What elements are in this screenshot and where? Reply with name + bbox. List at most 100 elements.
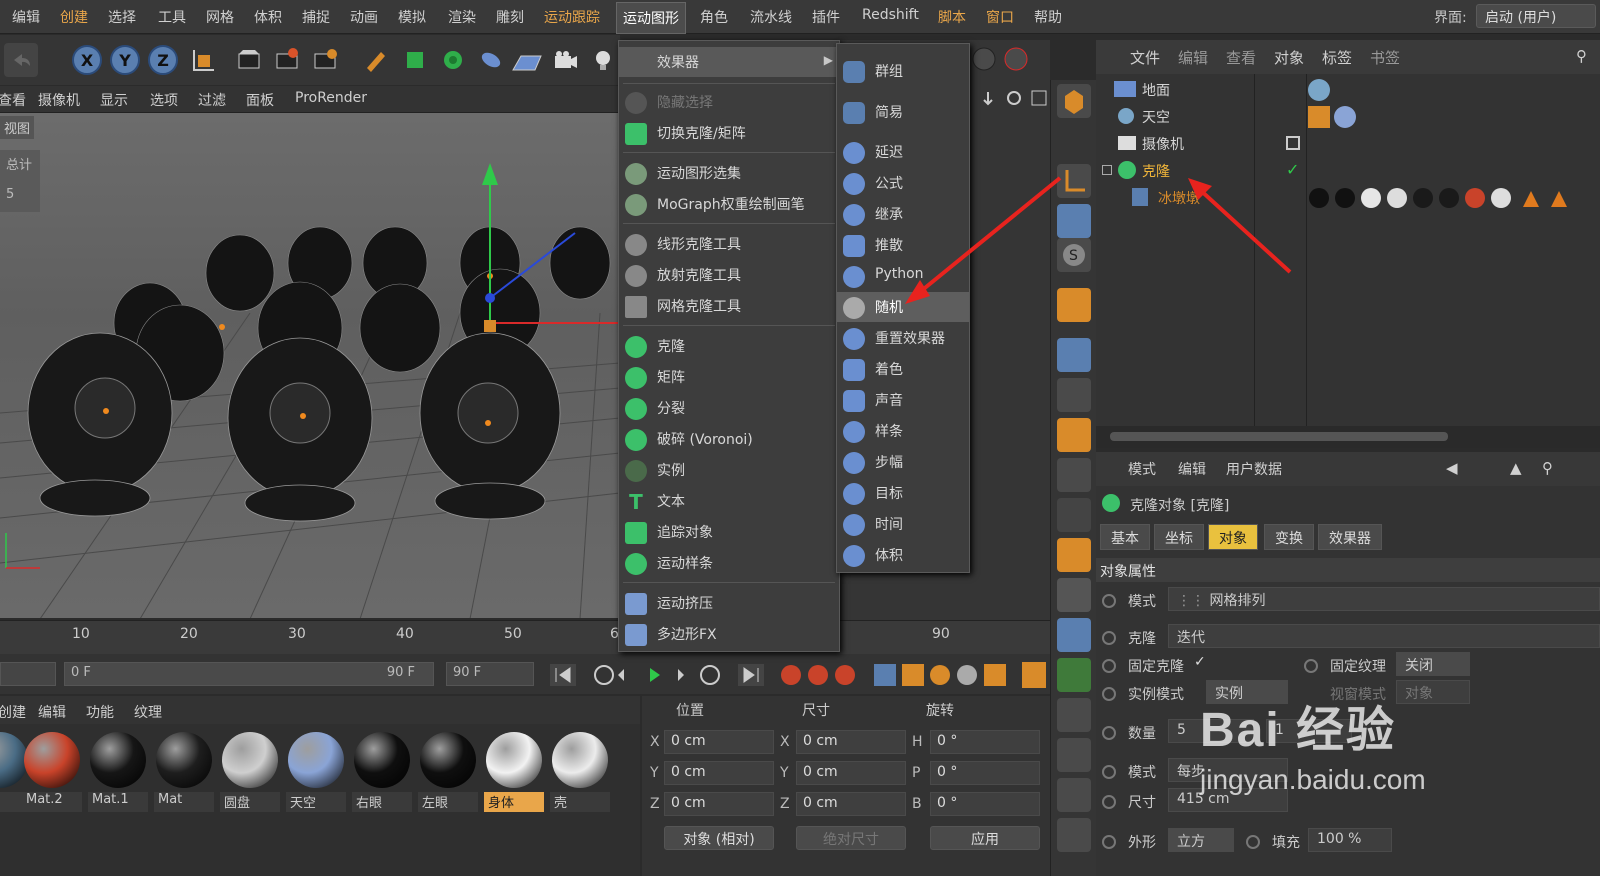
menu-select[interactable]: 选择 [108,7,136,27]
effector-target[interactable]: 目标 [837,478,969,508]
menu-item-linear-clone-tool[interactable]: 线形克隆工具 [619,229,839,259]
object-row-cloner[interactable]: 克隆 ✓ [1096,157,1600,184]
menu-item-mograph-weight-brush[interactable]: MoGraph权重绘制画笔 [619,189,839,219]
fixed-clone-checkbox[interactable]: ✓ [1194,654,1206,670]
material-menu-edit[interactable]: 编辑 [38,702,66,722]
position-x-field[interactable]: 0 cm [664,730,774,754]
obj-menu-view[interactable]: 查看 [1226,47,1256,68]
menu-mesh[interactable]: 网格 [206,7,234,27]
top-right-tool-icons[interactable] [970,44,1050,74]
obj-menu-tags[interactable]: 标签 [1322,47,1352,68]
material-swatch[interactable]: Mat [154,732,214,812]
enabled-check-icon[interactable]: ✓ [1286,160,1299,179]
workplane-lock-icon[interactable] [1057,378,1091,412]
viewport-menu-panel[interactable]: 面板 [246,90,274,110]
animate-toggle[interactable] [1102,835,1116,849]
obj-menu-object[interactable]: 对象 [1274,47,1304,68]
x-axis-lock-button[interactable]: X [72,45,102,75]
clone-select[interactable]: 迭代 [1168,624,1600,648]
material-swatch-selected[interactable]: 身体 [484,732,544,812]
preview-start-field[interactable] [0,662,56,686]
object-row-camera[interactable]: 摄像机 [1096,130,1600,157]
menu-item-cloner[interactable]: 克隆 [619,331,839,361]
attr-menu-mode[interactable]: 模式 [1128,459,1156,479]
menu-item-radial-clone-tool[interactable]: 放射克隆工具 [619,260,839,290]
preview-range-slider[interactable]: 0 F 90 F [64,662,434,686]
download-icon[interactable] [1057,458,1091,492]
menu-item-motion-spline[interactable]: 运动样条 [619,548,839,578]
menu-item-tracer[interactable]: 追踪对象 [619,517,839,547]
deformer-icon[interactable] [474,43,508,77]
material-tag-icon[interactable] [1308,79,1330,101]
menu-redshift[interactable]: Redshift [862,7,919,23]
record-controls[interactable] [778,662,858,688]
tweak-mode-icon[interactable] [1057,204,1091,238]
attr-menu-edit[interactable]: 编辑 [1178,459,1206,479]
menu-help[interactable]: 帮助 [1034,7,1062,27]
viewport-menu-prorender[interactable]: ProRender [295,90,367,106]
rotation-h-field[interactable]: 0 ° [930,730,1040,754]
menu-item-voronoi-fracture[interactable]: 破碎 (Voronoi) [619,424,839,454]
size-mode-select[interactable]: 绝对尺寸 [796,826,906,850]
up-arrow-icon[interactable]: ▲ [1510,459,1522,477]
size-z-field[interactable]: 0 cm [796,792,906,816]
undo-icon[interactable] [4,43,38,77]
material-swatch[interactable]: 圆盘 [220,732,280,812]
position-z-field[interactable]: 0 cm [664,792,774,816]
material-tag-icon[interactable] [1334,106,1356,128]
viewport-menu-display[interactable]: 显示 [100,90,128,110]
material-swatch[interactable]: 壳 [550,732,610,812]
effector-sound[interactable]: 声音 [837,385,969,415]
menu-volume[interactable]: 体积 [254,7,282,27]
timeline-ruler[interactable]: 10 20 30 40 50 6 90 [0,620,1050,654]
material-swatch[interactable]: 天空 [286,732,346,812]
character-icon[interactable] [1057,498,1091,532]
camera-icon[interactable] [548,43,582,77]
effector-step[interactable]: 步幅 [837,447,969,477]
effector-formula[interactable]: 公式 [837,168,969,198]
subdivision-icon[interactable] [436,43,470,77]
effector-volume[interactable]: 体积 [837,540,969,570]
menu-animate[interactable]: 动画 [350,7,378,27]
menu-window[interactable]: 窗口 [986,7,1014,27]
animate-toggle[interactable] [1246,835,1260,849]
animate-toggle[interactable] [1102,687,1116,701]
menu-script[interactable]: 脚本 [938,7,966,27]
menu-item-extrude[interactable]: 运动挤压 [619,588,839,618]
workplane-icon[interactable] [1057,338,1091,372]
menu-motion-tracker[interactable]: 运动跟踪 [544,7,600,27]
object-list-scrollbar[interactable] [1096,426,1600,448]
timeline-menu-icon[interactable] [1022,662,1046,688]
search-icon[interactable]: ⚲ [1576,47,1587,65]
effector-spline[interactable]: 样条 [837,416,969,446]
attr-menu-user-data[interactable]: 用户数据 [1226,459,1282,479]
obj-menu-bookmarks[interactable]: 书签 [1370,47,1400,68]
menu-sculpt[interactable]: 雕刻 [496,7,524,27]
menu-item-fracture[interactable]: 分裂 [619,393,839,423]
key-mode-icons[interactable] [872,662,1012,688]
menu-item-toggle-clone-matrix[interactable]: 切换克隆/矩阵 [619,118,839,148]
effector-pushapart[interactable]: 推散 [837,230,969,260]
menu-simulate[interactable]: 模拟 [398,7,426,27]
render-picture-viewer-icon[interactable] [270,43,304,77]
coordinate-mode-select[interactable]: 对象 (相对) [664,826,774,850]
animate-toggle[interactable] [1102,765,1116,779]
pen-icon[interactable] [358,43,392,77]
effector-inheritance[interactable]: 继承 [837,199,969,229]
search-icon[interactable]: ⚲ [1542,459,1553,477]
animate-toggle[interactable] [1102,594,1116,608]
tab-basic[interactable]: 基本 [1100,524,1150,550]
tab-object[interactable]: 对象 [1208,524,1258,550]
snap-icon[interactable]: S [1057,238,1091,272]
viewport-menu-filter[interactable]: 过滤 [198,90,226,110]
tab-coordinates[interactable]: 坐标 [1154,524,1204,550]
menu-item-grid-clone-tool[interactable]: 网格克隆工具 [619,291,839,321]
render-settings-icon[interactable] [308,43,342,77]
menu-tools[interactable]: 工具 [158,7,186,27]
menu-edit[interactable]: 编辑 [12,7,40,27]
z-axis-lock-button[interactable]: Z [148,45,178,75]
spline-icon[interactable] [1057,698,1091,732]
animate-toggle[interactable] [1102,795,1116,809]
menu-plugins[interactable]: 插件 [812,7,840,27]
size-x-field[interactable]: 0 cm [796,730,906,754]
